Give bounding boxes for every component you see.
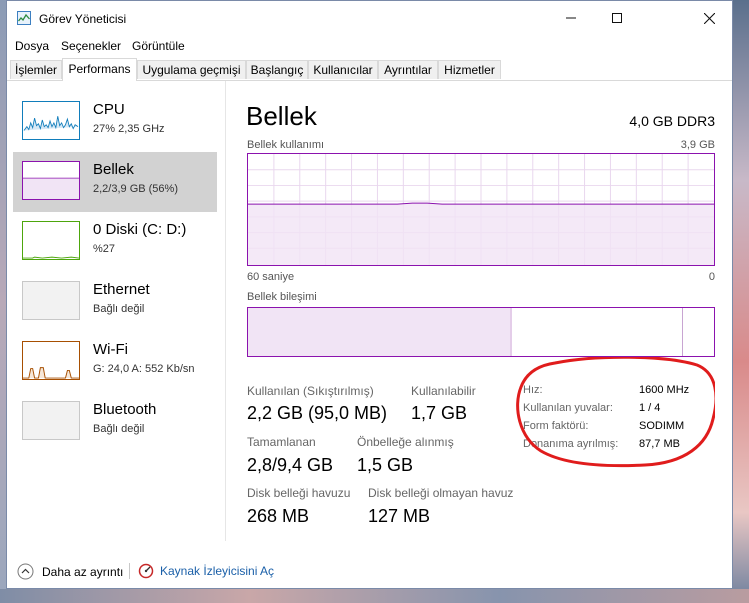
fewer-details-label: Daha az ayrıntı (42, 564, 124, 579)
in-use-value: 2,2 GB (95,0 MB) (247, 403, 388, 423)
resource-subtext: Bağlı değil (93, 423, 145, 435)
footer: Daha az ayrıntı Kaynak İzleyicisini Aç (7, 553, 732, 589)
usage-graph-max: 3,9 GB (680, 139, 715, 151)
committed-value: 2,8/9,4 GB (247, 455, 334, 475)
time-axis-label: 60 saniye (247, 271, 295, 283)
tab-processes[interactable]: İşlemler (10, 60, 62, 79)
cached-value: 1,5 GB (357, 455, 414, 475)
resource-name: 0 Diski (C: D:) (93, 221, 187, 238)
footer-divider (129, 563, 130, 579)
memory-usage-graph (247, 153, 715, 266)
maximize-button[interactable] (594, 1, 640, 35)
resource-monitor-label: Kaynak İzleyicisini Aç (160, 564, 275, 578)
resource-subtext: 2,2/3,9 GB (56%) (93, 183, 178, 195)
resource-item-memory[interactable]: Bellek 2,2/3,9 GB (56%) (13, 152, 217, 212)
menu-options[interactable]: Seçenekler (61, 39, 121, 53)
resource-item-bluetooth[interactable]: Bluetooth Bağlı değil (13, 392, 217, 452)
committed-label: Tamamlanan (247, 435, 316, 449)
menu-file[interactable]: Dosya (15, 39, 49, 53)
in-use-label: Kullanılan (Sıkıştırılmış) (247, 384, 374, 398)
resource-subtext: 27% 2,35 GHz (93, 123, 165, 135)
minimize-button[interactable] (548, 1, 594, 35)
cpu-mini-graph (22, 101, 80, 140)
minimize-icon (566, 17, 576, 19)
tab-services[interactable]: Hizmetler (438, 60, 501, 79)
resource-monitor-icon (138, 563, 154, 579)
composition-standby[interactable] (512, 308, 683, 356)
resource-item-ethernet[interactable]: Ethernet Bağlı değil (13, 272, 217, 332)
tab-strip: İşlemler Performans Uygulama geçmişi Baş… (7, 58, 732, 81)
chevron-up-icon (17, 563, 34, 580)
resource-name: Bluetooth (93, 401, 157, 418)
resource-list: CPU 27% 2,35 GHz Bellek 2,2/3,9 GB (56%)… (7, 81, 226, 541)
wifi-mini-graph (22, 341, 80, 380)
tab-details[interactable]: Ayrıntılar (378, 60, 438, 79)
available-value: 1,7 GB (411, 403, 468, 423)
usage-area (248, 203, 714, 265)
ethernet-mini-graph (22, 281, 80, 320)
composition-in-use[interactable] (248, 308, 511, 356)
window-title: Görev Yöneticisi (39, 12, 127, 26)
task-manager-window: Görev Yöneticisi Dosya Seçenekler Görünt… (6, 0, 733, 589)
nonpaged-pool-label: Disk belleği olmayan havuz (368, 486, 514, 500)
memory-mini-graph (22, 161, 80, 200)
close-button[interactable] (686, 1, 732, 35)
composition-label: Bellek bileşimi (247, 291, 317, 303)
resource-item-disk[interactable]: 0 Diski (C: D:) %27 (13, 212, 217, 272)
desktop-background-bottom (0, 589, 749, 603)
usage-graph-label: Bellek kullanımı (247, 139, 325, 151)
resource-name: Wi-Fi (93, 341, 128, 358)
tab-users[interactable]: Kullanıcılar (308, 60, 378, 79)
bluetooth-mini-graph (22, 401, 80, 440)
composition-free[interactable] (683, 308, 714, 356)
paged-pool-label: Disk belleği havuzu (247, 486, 351, 500)
tab-startup[interactable]: Başlangıç (246, 60, 308, 79)
menu-view[interactable]: Görüntüle (132, 39, 185, 53)
resource-item-cpu[interactable]: CPU 27% 2,35 GHz (13, 92, 217, 152)
tab-performance[interactable]: Performans (62, 58, 137, 81)
cached-label: Önbelleğe alınmış (357, 435, 454, 449)
desktop-background-right (733, 0, 749, 603)
menu-bar: Dosya Seçenekler Görüntüle (7, 35, 732, 57)
maximize-icon (612, 13, 622, 23)
fewer-details-button[interactable]: Daha az ayrıntı (17, 563, 123, 580)
red-annotation-circle (516, 357, 715, 468)
resource-name: Bellek (93, 161, 134, 178)
resource-name: CPU (93, 101, 125, 118)
title-bar[interactable]: Görev Yöneticisi (7, 1, 732, 35)
tab-app-history[interactable]: Uygulama geçmişi (137, 60, 246, 79)
time-axis-end: 0 (708, 271, 715, 283)
page-title: Bellek (246, 101, 317, 131)
available-label: Kullanılabilir (411, 384, 476, 398)
open-resource-monitor-link[interactable]: Kaynak İzleyicisini Aç (138, 563, 274, 579)
resource-subtext: G: 24,0 A: 552 Kb/sn (93, 363, 195, 375)
task-manager-app-icon (17, 11, 31, 25)
memory-spec: 4,0 GB DDR3 (629, 113, 715, 129)
disk-mini-graph (22, 221, 80, 260)
memory-composition-bar[interactable] (247, 307, 715, 357)
resource-item-wifi[interactable]: Wi-Fi G: 24,0 A: 552 Kb/sn (13, 332, 217, 392)
paged-pool-value: 268 MB (247, 506, 310, 526)
resource-subtext: Bağlı değil (93, 303, 145, 315)
close-icon (703, 12, 715, 24)
resource-name: Ethernet (93, 281, 150, 298)
resource-subtext: %27 (93, 243, 116, 255)
nonpaged-pool-value: 127 MB (368, 506, 431, 526)
